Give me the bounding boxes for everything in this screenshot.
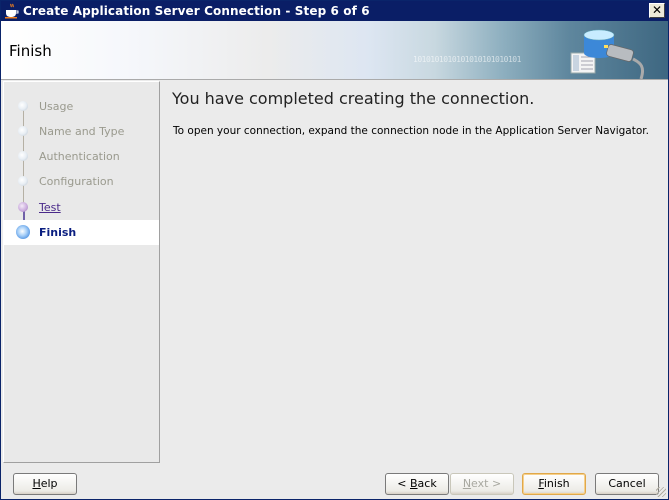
button-label: Cancel <box>608 477 646 490</box>
button-label: ext > <box>471 477 502 490</box>
wizard-steps-panel: Usage Name and Type Authentication Confi… <box>3 81 160 463</box>
step-link-icon <box>18 202 28 212</box>
wizard-content: You have completed creating the connecti… <box>163 81 668 463</box>
title-bar[interactable]: Create Application Server Connection - S… <box>1 1 668 21</box>
button-label: inish <box>543 477 570 490</box>
wizard-dialog: Create Application Server Connection - S… <box>0 0 669 500</box>
step-label: Authentication <box>39 150 120 163</box>
step-label[interactable]: Test <box>39 201 61 214</box>
step-configuration[interactable]: Configuration <box>4 169 159 194</box>
resize-grip[interactable] <box>656 487 666 497</box>
completion-description: To open your connection, expand the conn… <box>173 125 649 137</box>
banner-binary-decoration: 1010101010101010101010101 <box>413 55 521 64</box>
step-test[interactable]: Test <box>4 195 159 220</box>
window-title: Create Application Server Connection - S… <box>23 4 370 18</box>
cancel-button[interactable]: Cancel <box>595 473 659 495</box>
finish-button[interactable]: Finish <box>522 473 586 495</box>
java-cup-icon <box>5 3 19 19</box>
close-button[interactable]: ✕ <box>649 3 665 18</box>
step-label: Configuration <box>39 175 114 188</box>
wizard-header: Finish 1010101010101010101010101 <box>1 21 668 80</box>
button-label: ack <box>417 477 437 490</box>
step-authentication[interactable]: Authentication <box>4 144 159 169</box>
step-finish[interactable]: Finish <box>4 220 159 245</box>
next-button[interactable]: Next > <box>450 473 514 495</box>
close-icon: ✕ <box>651 3 663 17</box>
step-visited-icon <box>18 176 28 186</box>
button-mnemonic: N <box>462 477 472 490</box>
button-label-prefix: < <box>397 477 410 490</box>
step-visited-icon <box>18 101 28 111</box>
step-label: Finish <box>39 226 77 239</box>
help-button[interactable]: Help <box>13 473 77 495</box>
button-mnemonic: B <box>410 477 418 490</box>
step-label: Name and Type <box>39 125 125 138</box>
step-usage[interactable]: Usage <box>4 94 159 119</box>
step-visited-icon <box>18 151 28 161</box>
button-label: elp <box>40 477 58 490</box>
step-name-and-type[interactable]: Name and Type <box>4 119 159 144</box>
step-label: Usage <box>39 100 74 113</box>
database-connection-icon <box>570 29 645 79</box>
step-visited-icon <box>18 126 28 136</box>
step-current-icon <box>16 225 30 239</box>
button-mnemonic: H <box>32 477 41 490</box>
page-title: Finish <box>9 42 52 60</box>
back-button[interactable]: < Back <box>385 473 449 495</box>
completion-heading: You have completed creating the connecti… <box>172 89 535 108</box>
